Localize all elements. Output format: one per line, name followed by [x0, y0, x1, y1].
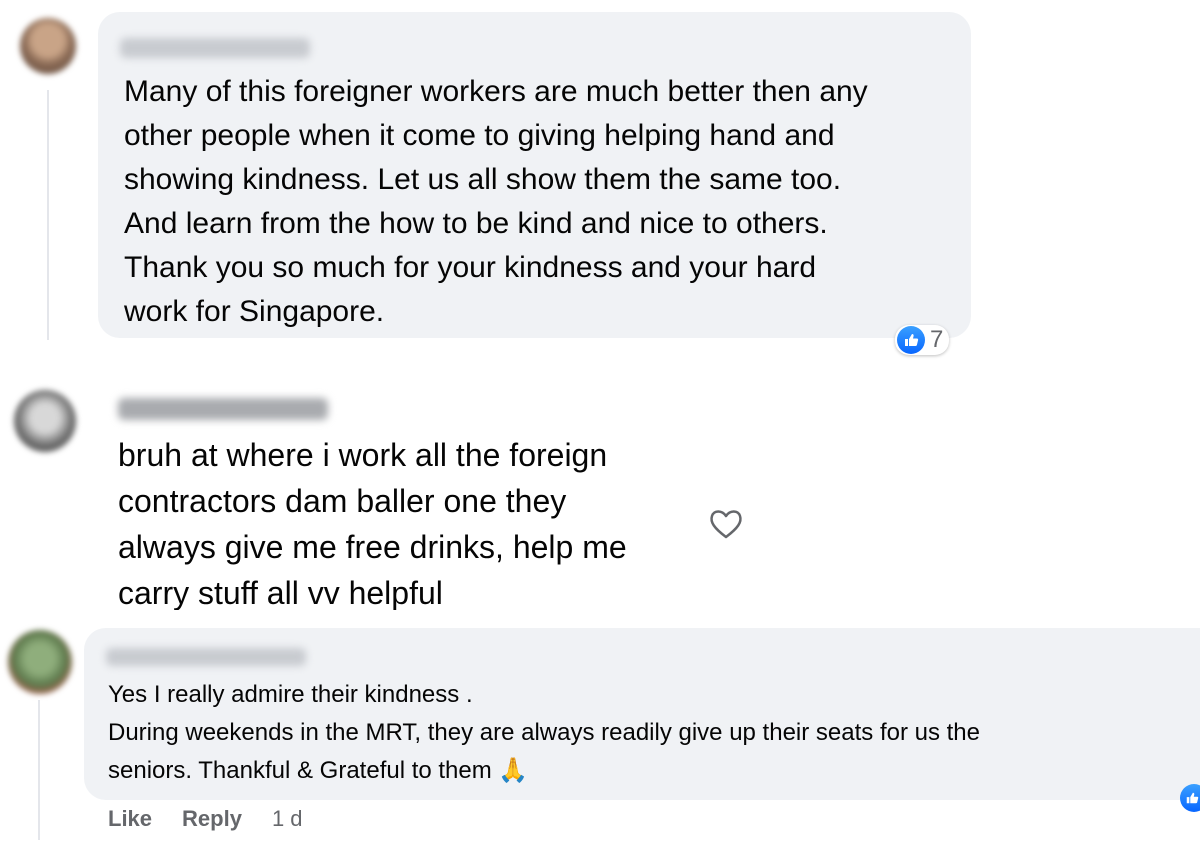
like-button[interactable]: Like [108, 806, 152, 832]
avatar[interactable] [8, 630, 72, 694]
comment-text: bruh at where i work all the foreign con… [118, 437, 627, 610]
comment-text: Many of this foreigner workers are much … [124, 75, 868, 328]
thumbs-up-icon[interactable] [1180, 784, 1200, 812]
comment-bubble: Yes I really admire their kindness . Dur… [84, 628, 1200, 800]
comment-actions: Like Reply 1 d [108, 806, 303, 832]
author-name[interactable] [120, 38, 310, 58]
reaction-count: 7 [930, 326, 944, 353]
thread-line [47, 90, 49, 340]
thumbs-up-icon [897, 326, 925, 354]
thread-line [38, 700, 40, 840]
reaction-summary[interactable]: 7 [895, 325, 950, 355]
heart-outline-icon[interactable] [706, 504, 746, 544]
comment-timestamp[interactable]: 1 d [272, 806, 303, 832]
comment-bubble: Many of this foreigner workers are much … [98, 12, 971, 338]
comment-text: Yes I really admire their kindness . Dur… [108, 681, 980, 784]
author-name[interactable] [106, 648, 306, 666]
avatar[interactable] [14, 390, 76, 452]
author-name[interactable] [118, 398, 328, 420]
reply-button[interactable]: Reply [182, 806, 242, 832]
avatar[interactable] [20, 18, 76, 74]
